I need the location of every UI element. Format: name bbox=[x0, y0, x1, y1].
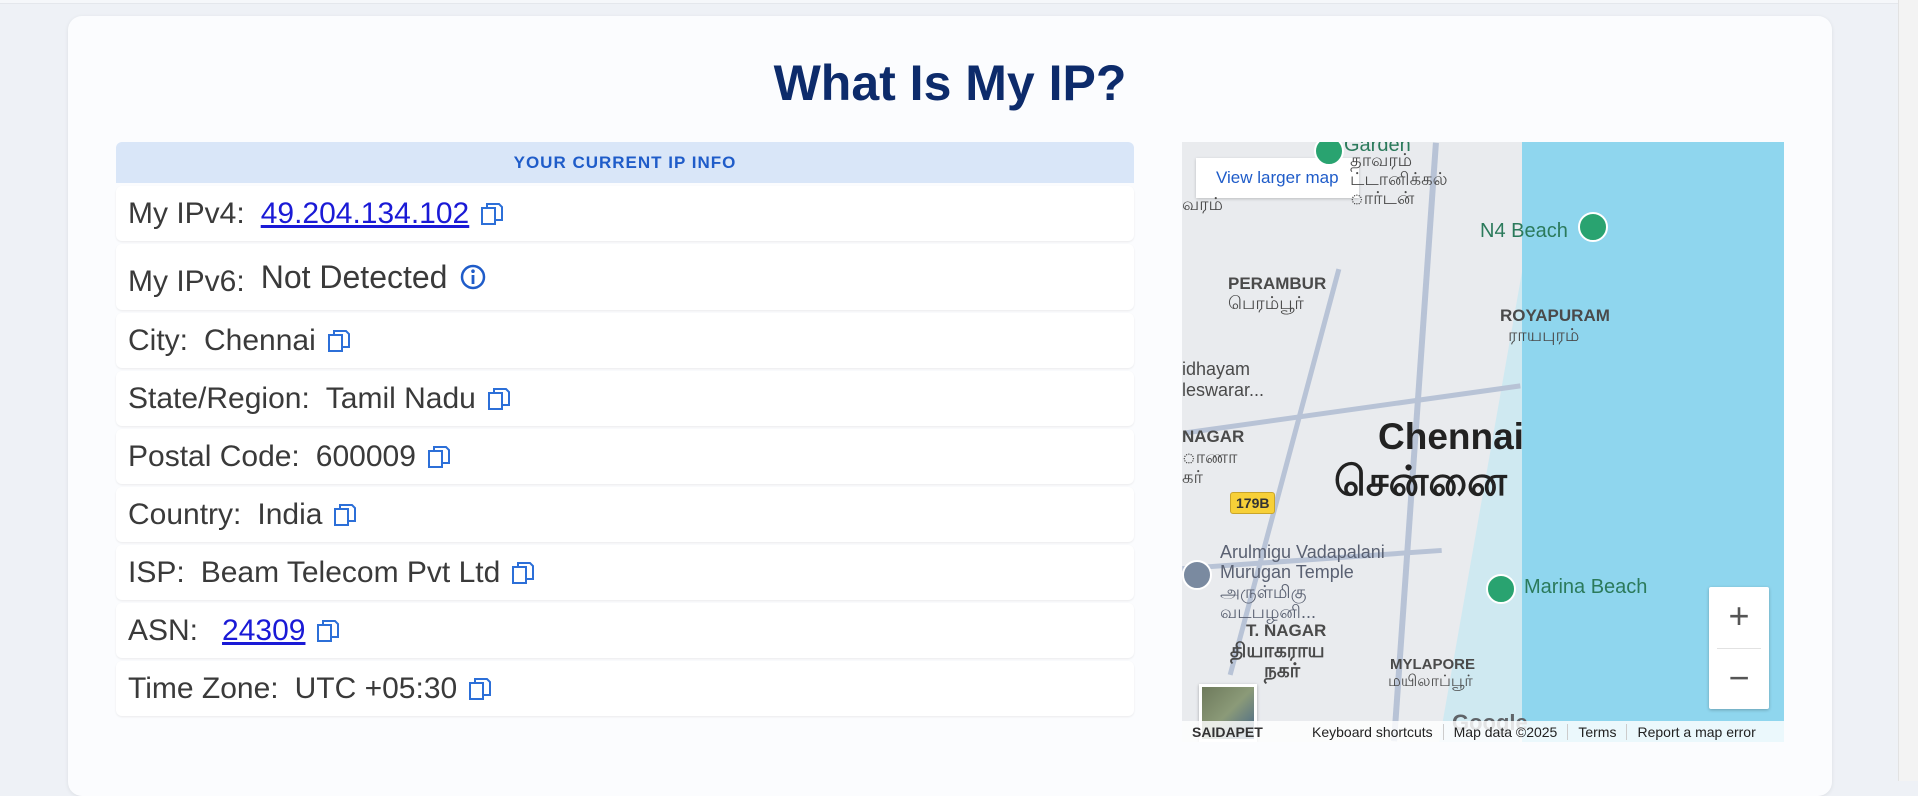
row-label: Postal Code: bbox=[128, 439, 300, 473]
map-label-nagar: NAGAR bbox=[1182, 427, 1245, 446]
row-label: ISP: bbox=[128, 555, 185, 589]
route-badge: 179B bbox=[1230, 492, 1276, 514]
temple-pin-icon[interactable] bbox=[1182, 560, 1212, 590]
row-time-zone: Time Zone: UTC +05:30 bbox=[116, 661, 1134, 716]
map-label-chennai: Chennai bbox=[1378, 416, 1524, 457]
row-label: My IPv4: bbox=[128, 196, 245, 230]
row-isp: ISP: Beam Telecom Pvt Ltd bbox=[116, 545, 1134, 600]
map-label-perambur-ta: பெரம்பூர் bbox=[1228, 293, 1304, 313]
panel-header: YOUR CURRENT IP INFO bbox=[116, 142, 1134, 183]
keyboard-shortcuts-link[interactable]: Keyboard shortcuts bbox=[1302, 723, 1444, 740]
page-title: What Is My IP? bbox=[773, 55, 1127, 111]
map-label-royapuram: ROYAPURAM bbox=[1500, 306, 1610, 325]
row-city: City: Chennai bbox=[116, 313, 1134, 368]
map-label-nagar-ta2: கர் bbox=[1182, 467, 1203, 487]
row-postal-code: Postal Code: 600009 bbox=[116, 429, 1134, 484]
map-label-varam: வரம் bbox=[1182, 194, 1224, 214]
city-value: Chennai bbox=[204, 323, 316, 357]
terms-link[interactable]: Terms bbox=[1568, 723, 1628, 740]
map-label-vadapalani2: Murugan Temple bbox=[1220, 562, 1354, 582]
row-label: ASN: bbox=[128, 613, 199, 647]
beach-pin-icon[interactable] bbox=[1578, 212, 1608, 242]
ipv4-link[interactable]: 49.204.134.102 bbox=[261, 197, 470, 231]
map-label-mylapore: MYLAPORE bbox=[1390, 656, 1476, 673]
ip-info-card: What Is My IP? YOUR CURRENT IP INFO My I… bbox=[68, 16, 1832, 796]
copy-icon[interactable] bbox=[479, 201, 505, 227]
row-asn: ASN: 24309 bbox=[116, 603, 1134, 658]
map-label-saidapet: SAIDAPET bbox=[1192, 723, 1263, 740]
copy-icon[interactable] bbox=[486, 386, 512, 412]
row-state: State/Region: Tamil Nadu bbox=[116, 371, 1134, 426]
copy-icon[interactable] bbox=[426, 444, 452, 470]
map-label-n4-beach: N4 Beach bbox=[1480, 220, 1568, 242]
map-label-perambur: PERAMBUR bbox=[1228, 274, 1327, 293]
map-data-text: Map data ©2025 bbox=[1444, 723, 1569, 740]
report-map-error-link[interactable]: Report a map error bbox=[1627, 724, 1765, 740]
map-label-tnagar: T. NAGAR bbox=[1246, 621, 1327, 640]
postal-code-value: 600009 bbox=[315, 439, 416, 473]
zoom-control: + − bbox=[1709, 587, 1769, 709]
row-label: State/Region: bbox=[128, 381, 310, 415]
copy-icon[interactable] bbox=[326, 328, 352, 354]
map-label-marina: Marina Beach bbox=[1524, 576, 1648, 598]
info-icon[interactable] bbox=[459, 263, 487, 291]
copy-icon[interactable] bbox=[467, 676, 493, 702]
copy-icon[interactable] bbox=[510, 560, 536, 586]
map-label-royapuram-ta: ராயபுரம் bbox=[1508, 325, 1580, 345]
marina-pin-icon[interactable] bbox=[1486, 574, 1516, 604]
copy-icon[interactable] bbox=[315, 618, 341, 644]
row-country: Country: India bbox=[116, 487, 1134, 542]
asn-link[interactable]: 24309 bbox=[222, 614, 305, 648]
row-ipv6: My IPv6: Not Detected bbox=[116, 244, 1134, 310]
country-value: India bbox=[257, 497, 323, 531]
row-label: My IPv6: bbox=[128, 265, 245, 298]
zoom-in-button[interactable]: + bbox=[1709, 587, 1769, 648]
isp-value: Beam Telecom Pvt Ltd bbox=[200, 555, 501, 589]
ipv6-value: Not Detected bbox=[260, 258, 448, 295]
scrollbar[interactable] bbox=[1898, 0, 1918, 781]
zoom-out-button[interactable]: − bbox=[1709, 649, 1769, 710]
map-label-vadapalani1: Arulmigu Vadapalani bbox=[1220, 542, 1385, 562]
map-footer: SAIDAPET Keyboard shortcuts Map data ©20… bbox=[1182, 721, 1784, 742]
location-map[interactable]: View larger map Garden தாவரம் ட்டானிக்கல… bbox=[1182, 142, 1784, 742]
row-label: City: bbox=[128, 323, 188, 357]
top-bar bbox=[0, 0, 1898, 4]
row-label: Time Zone: bbox=[128, 671, 279, 705]
time-zone-value: UTC +05:30 bbox=[294, 671, 458, 705]
state-value: Tamil Nadu bbox=[325, 381, 476, 415]
map-label-idhayam: idhayam bbox=[1182, 359, 1251, 379]
map-label-chennai-ta: சென்னை bbox=[1334, 458, 1507, 504]
ip-info-panel: YOUR CURRENT IP INFO My IPv4: 49.204.134… bbox=[116, 142, 1134, 716]
map-label-mylapore-ta: மயிலாப்பூர் bbox=[1388, 673, 1473, 690]
map-label-leswarar: leswarar... bbox=[1182, 380, 1265, 400]
map-label-garden-ta3: ார்டன் bbox=[1350, 188, 1415, 208]
map-label-tnagar-ta2: நகர் bbox=[1264, 660, 1301, 682]
copy-icon[interactable] bbox=[332, 502, 358, 528]
row-ipv4: My IPv4: 49.204.134.102 bbox=[116, 186, 1134, 241]
row-label: Country: bbox=[128, 497, 242, 531]
